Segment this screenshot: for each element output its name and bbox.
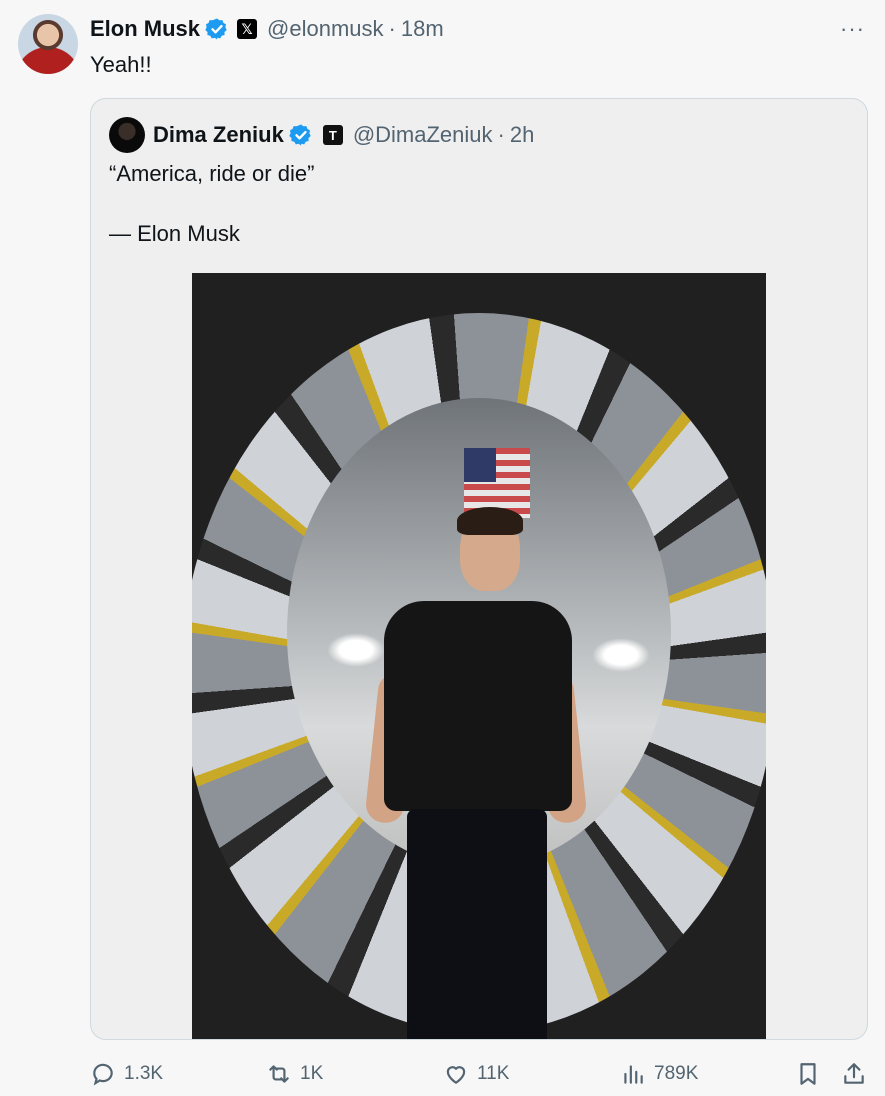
view-count: 789K: [654, 1063, 699, 1084]
quoted-author-avatar[interactable]: [109, 117, 145, 153]
quoted-tweet-text-line1: “America, ride or die”: [109, 161, 315, 186]
heart-icon: [446, 1066, 466, 1084]
bookmark-button[interactable]: [795, 1058, 821, 1090]
share-icon: [844, 1063, 864, 1084]
verified-badge-icon: [289, 124, 311, 146]
bookmark-icon: [800, 1063, 816, 1085]
more-options-icon[interactable]: ···: [840, 16, 865, 42]
quoted-tweet-header: Dima Zeniuk T @DimaZeniuk · 2h: [109, 117, 534, 153]
tweet-text: Yeah!!: [90, 52, 152, 77]
share-button[interactable]: [841, 1058, 867, 1090]
tweet-time[interactable]: 18m: [401, 16, 444, 42]
repost-icon: [269, 1065, 289, 1083]
photo-person-legs: [407, 809, 547, 1039]
tweet-actions: 1.3K 1K 11K 789K: [0, 1058, 885, 1090]
verified-badge-icon: [205, 18, 227, 40]
views-button[interactable]: 789K: [620, 1058, 698, 1090]
quoted-tweet-text-line2: — Elon Musk: [109, 221, 240, 246]
reply-count: 1.3K: [124, 1063, 164, 1084]
quoted-tweet-photo[interactable]: [192, 273, 766, 1039]
separator-dot: ·: [388, 16, 396, 41]
author-avatar[interactable]: [18, 14, 78, 74]
reply-button[interactable]: 1.3K: [90, 1058, 163, 1090]
author-handle[interactable]: @elonmusk: [267, 16, 384, 42]
photo-light: [327, 633, 385, 667]
repost-button[interactable]: 1K: [266, 1058, 323, 1090]
quoted-tweet[interactable]: Dima Zeniuk T @DimaZeniuk · 2h “America,…: [90, 98, 868, 1040]
quoted-author-handle[interactable]: @DimaZeniuk: [353, 122, 493, 148]
tweet: Elon Musk 𝕏 @elonmusk · 18m ··· Yeah!! D…: [0, 0, 885, 1096]
photo-person-body: [384, 601, 572, 811]
author-name[interactable]: Elon Musk: [90, 16, 200, 42]
x-affiliate-badge-icon: 𝕏: [237, 19, 258, 39]
tesla-affiliate-badge-icon: T: [322, 125, 343, 145]
analytics-icon: [624, 1065, 643, 1084]
like-button[interactable]: 11K: [443, 1058, 509, 1090]
repost-count: 1K: [300, 1063, 324, 1084]
reply-icon: [93, 1063, 113, 1086]
quoted-author-name[interactable]: Dima Zeniuk: [153, 122, 284, 148]
photo-light: [592, 638, 650, 672]
quoted-tweet-time[interactable]: 2h: [510, 122, 534, 148]
tweet-header: Elon Musk 𝕏 @elonmusk · 18m: [90, 14, 444, 44]
like-count: 11K: [477, 1063, 510, 1084]
photo-person-hair: [457, 507, 523, 535]
separator-dot: ·: [497, 122, 505, 147]
